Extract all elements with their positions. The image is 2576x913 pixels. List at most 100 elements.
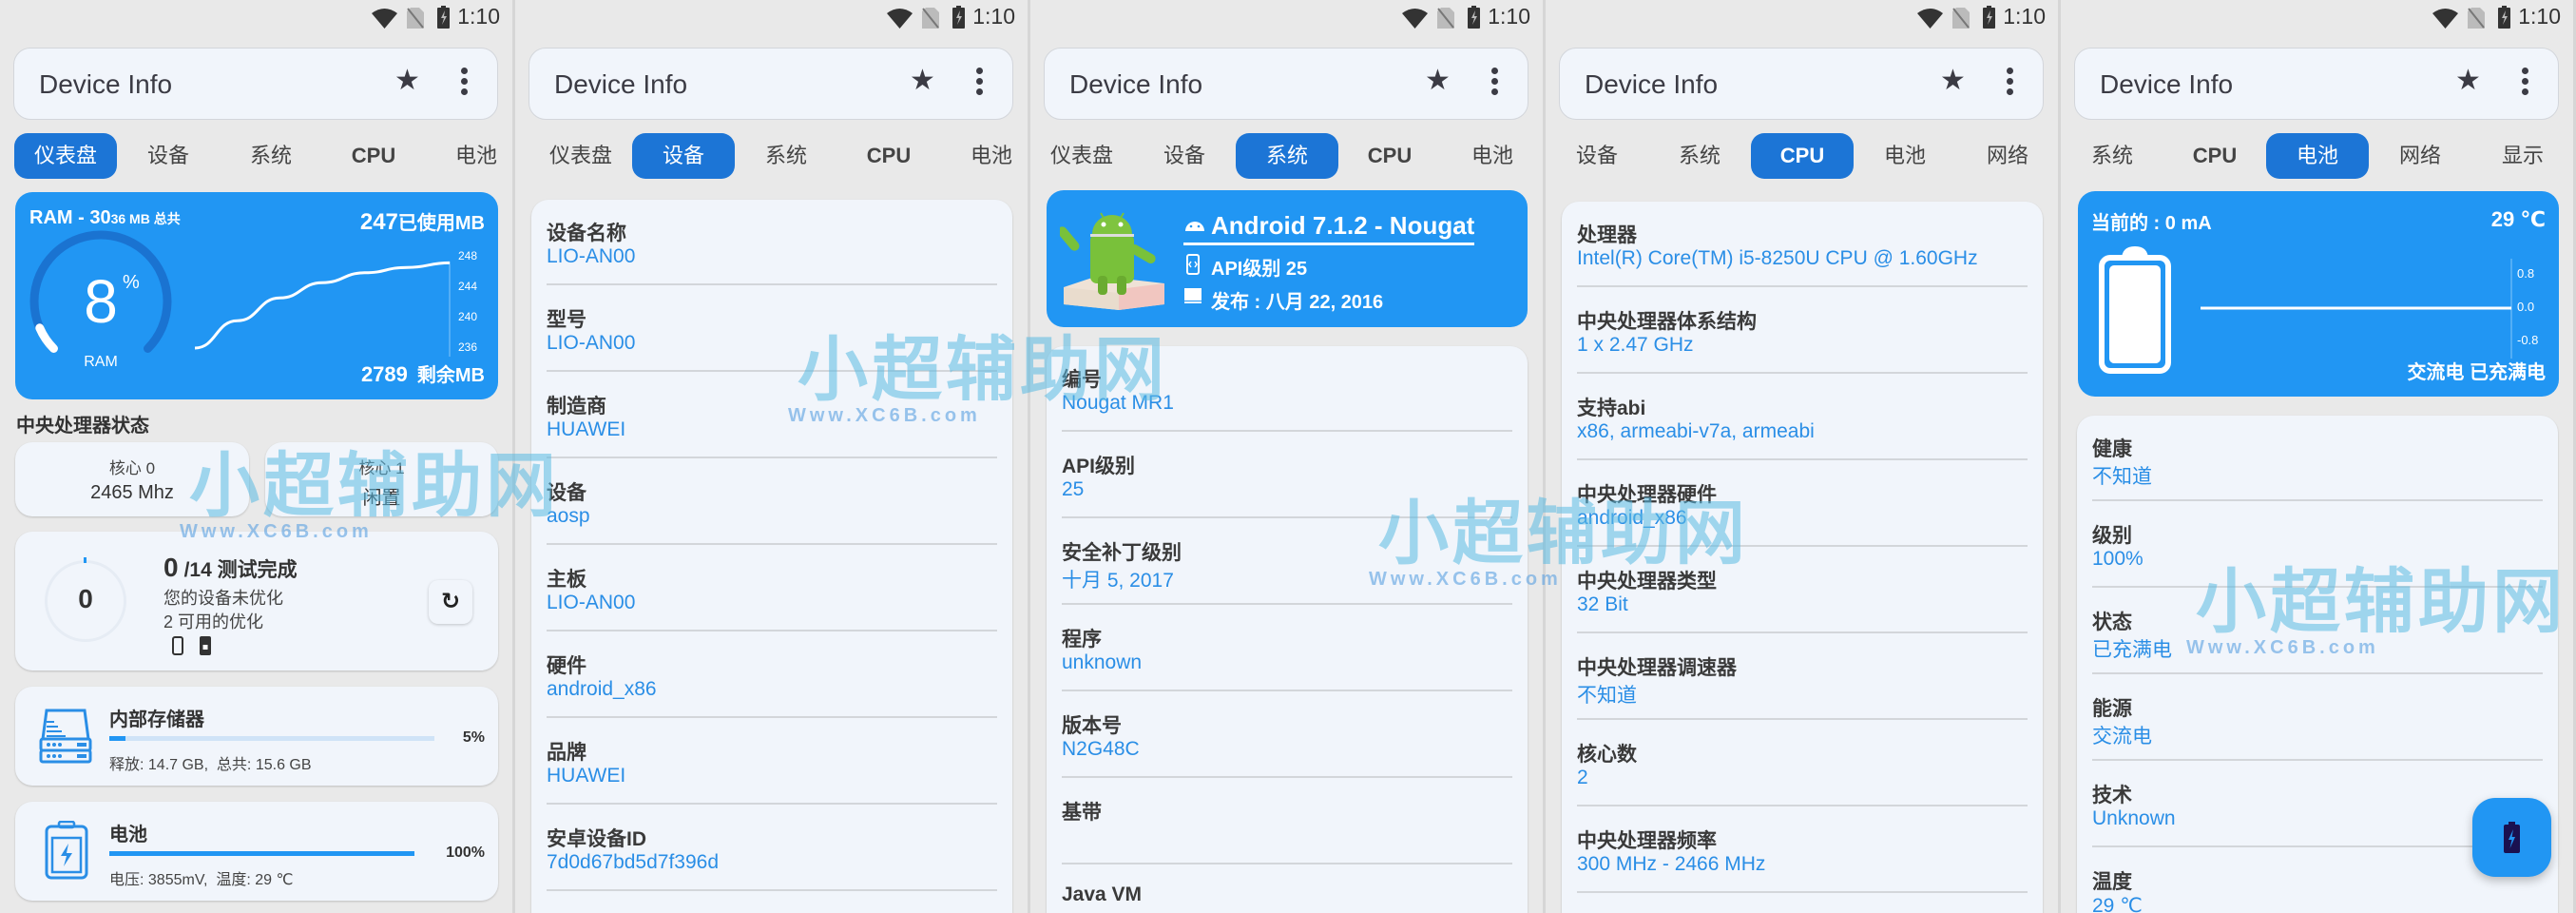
info-value: LIO-AN00: [547, 245, 636, 267]
more-vert-icon[interactable]: [2007, 68, 2014, 100]
app-bar: Device Info ★: [2074, 48, 2559, 120]
row-divider: [1577, 372, 2028, 374]
row-divider: [1062, 863, 1512, 864]
info-value: 交流电: [2092, 726, 2152, 748]
info-label: 版本号: [1062, 715, 1122, 737]
info-label: 技术: [2092, 785, 2132, 806]
ram-card[interactable]: RAM - 3036 MB 总共 247已使用MB 2789 剩余MB 8% RAM 248…: [15, 192, 498, 399]
tab-电池[interactable]: 电池: [1441, 133, 1544, 179]
ram-chart-tick: 248: [458, 249, 478, 262]
tab-系统[interactable]: 系统: [1648, 133, 1751, 179]
tab-系统[interactable]: 系统: [1236, 133, 1338, 179]
tab-网络[interactable]: 网络: [2369, 133, 2471, 179]
battery-summary-card[interactable]: 电池 100% 电压: 3855mV, 温度: 29 ℃: [15, 802, 498, 901]
info-row: 核心数 2: [1562, 721, 2043, 807]
info-value: android_x86: [547, 678, 657, 700]
more-vert-icon[interactable]: [461, 68, 469, 100]
star-icon[interactable]: ★: [394, 64, 420, 97]
storage-summary-card[interactable]: 内部存储器 5% 释放: 14.7 GB, 总共: 15.6 GB: [15, 687, 498, 786]
optimization-card[interactable]: 0 0/14 测试完成 您的设备未优化 2 可用的优化 ↻: [15, 532, 498, 670]
row-divider: [1577, 891, 2028, 893]
app-title: Device Info: [1585, 69, 1719, 99]
tab-CPU[interactable]: CPU: [322, 133, 425, 179]
info-value: Intel(R) Core(TM) i5-8250U CPU @ 1.60GHz: [1577, 247, 1978, 269]
row-divider: [1577, 631, 2028, 633]
phone-lock-icon: [200, 636, 211, 660]
storage-detail: 释放: 14.7 GB, 总共: 15.6 GB: [109, 757, 312, 773]
tab-CPU[interactable]: CPU: [1751, 133, 1854, 179]
battery-charging-icon: [1983, 6, 1995, 33]
tab-设备[interactable]: 设备: [1546, 133, 1648, 179]
info-value: android_x86: [1577, 507, 1687, 529]
no-sim-icon: [922, 8, 939, 33]
screen-battery: 1:10 Device Info ★ 系统 CPU 电池 网络 显示当前的 : 0 mA 29 …: [2061, 0, 2576, 913]
tab-设备[interactable]: 设备: [117, 133, 220, 179]
info-row: 中央处理器调速器 不知道: [1562, 634, 2043, 721]
battery-fab-button[interactable]: [2472, 798, 2551, 877]
tab-设备[interactable]: 设备: [632, 133, 735, 179]
tab-设备[interactable]: 设备: [1133, 133, 1236, 179]
more-vert-icon[interactable]: [1491, 68, 1499, 100]
star-icon[interactable]: ★: [910, 64, 935, 97]
info-row: 型号 LIO-AN00: [531, 286, 1012, 373]
info-value: 不知道: [1577, 685, 1637, 707]
tab-系统[interactable]: 系统: [735, 133, 837, 179]
tab-系统[interactable]: 系统: [220, 133, 322, 179]
tab-仪表盘[interactable]: 仪表盘: [529, 133, 632, 179]
battery-progress-fill: [109, 851, 414, 856]
info-row: 版本号 N2G48C: [1047, 692, 1528, 779]
info-value: x86, armeabi-v7a, armeabi: [1577, 420, 1815, 442]
storage-progress-fill: [109, 736, 126, 741]
optimization-score: 0: [78, 584, 93, 613]
info-label: 能源: [2092, 698, 2132, 720]
android-version-card: Android 7.1.2 - Nougat API级别 25 发布 : 八月 22…: [1047, 190, 1528, 327]
star-icon[interactable]: ★: [2455, 64, 2481, 97]
star-icon[interactable]: ★: [1940, 64, 1966, 97]
wifi-icon: [1402, 8, 1428, 33]
status-time: 1:10: [2518, 4, 2561, 29]
more-vert-icon[interactable]: [2522, 68, 2529, 100]
info-value: N2G48C: [1062, 738, 1140, 760]
info-label: 中央处理器频率: [1577, 830, 1717, 852]
tab-网络[interactable]: 网络: [1956, 133, 2059, 179]
battery-power-status: 交流电 已充满电: [2407, 362, 2546, 383]
info-label: 中央处理器硬件: [1577, 484, 1717, 506]
tab-电池[interactable]: 电池: [1854, 133, 1956, 179]
battery-detail: 电压: 3855mV, 温度: 29 ℃: [109, 872, 294, 888]
tab-显示[interactable]: 显示: [2471, 133, 2574, 179]
battery-status-card: 当前的 : 0 mA 29 ℃ 0.8 0.0 -0.8 交流电 已充满电: [2078, 191, 2559, 397]
refresh-button[interactable]: ↻: [429, 580, 472, 624]
tab-CPU[interactable]: CPU: [1338, 133, 1441, 179]
info-label: 核心数: [1577, 744, 1637, 766]
tab-系统[interactable]: 系统: [2061, 133, 2163, 179]
info-label: 状态: [2092, 612, 2132, 633]
tab-电池[interactable]: 电池: [425, 133, 515, 179]
info-row: 中央处理器体系结构 1 x 2.47 GHz: [1562, 288, 2043, 375]
star-icon[interactable]: ★: [1425, 64, 1451, 97]
app-title: Device Info: [39, 69, 173, 99]
status-bar: 1:10: [1030, 0, 1546, 38]
ram-percent-sign: %: [123, 272, 140, 293]
storage-title: 内部存储器: [109, 709, 204, 730]
tab-电池[interactable]: 电池: [940, 133, 1030, 179]
phone-icon: [172, 636, 183, 660]
storage-percent: 5%: [462, 729, 485, 746]
row-divider: [547, 889, 997, 891]
tab-CPU[interactable]: CPU: [837, 133, 940, 179]
title-underline: [1183, 243, 1474, 245]
app-bar: Device Info ★: [1559, 48, 2044, 120]
tab-CPU[interactable]: CPU: [2163, 133, 2266, 179]
cpu-info-list: 处理器 Intel(R) Core(TM) i5-8250U CPU @ 1.60…: [1562, 202, 2043, 913]
info-row: API级别 25: [1047, 433, 1528, 519]
tab-电池[interactable]: 电池: [2266, 133, 2369, 179]
more-vert-icon[interactable]: [976, 68, 984, 100]
info-value: 300 MHz - 2466 MHz: [1577, 853, 1766, 875]
tab-仪表盘[interactable]: 仪表盘: [14, 133, 117, 179]
info-row: 硬件 android_x86: [531, 632, 1012, 719]
info-value: aosp: [547, 505, 590, 527]
core-name: 核心 0: [108, 459, 156, 477]
row-divider: [1062, 603, 1512, 605]
screen-cpu: 1:10 Device Info ★ 设备 系统 CPU 电池 网络 处理器 Intel(R) C…: [1546, 0, 2061, 913]
tab-仪表盘[interactable]: 仪表盘: [1030, 133, 1133, 179]
row-divider: [1062, 776, 1512, 778]
